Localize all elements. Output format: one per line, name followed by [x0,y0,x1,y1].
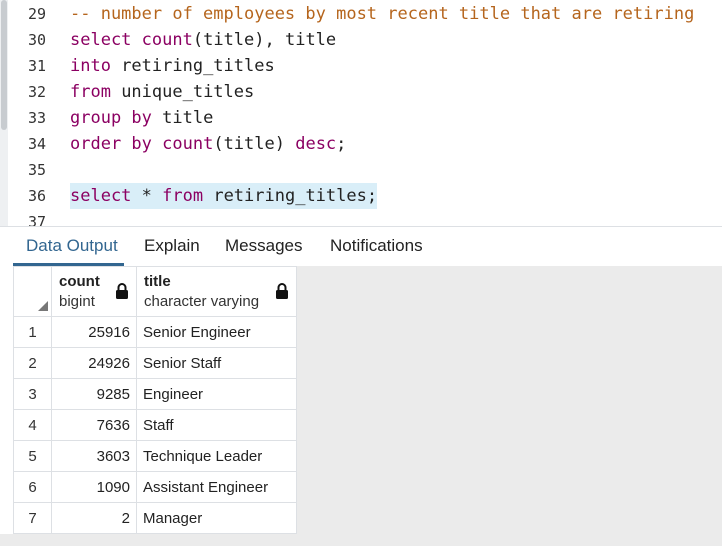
sql-text: ; [336,134,347,154]
table-row[interactable]: 1 25916 Senior Engineer [13,316,297,348]
table-row[interactable]: 3 9285 Engineer [13,378,297,410]
column-type: bigint [59,293,95,310]
line-number: 34 [27,135,46,153]
title-cell[interactable]: Assistant Engineer [136,471,297,503]
line-code: order by count(title) desc; [70,131,346,157]
row-number-cell[interactable]: 4 [13,409,52,441]
results-grid: count bigint title character varying 1 2… [13,266,297,534]
editor-line[interactable]: 31 into retiring_titles [8,53,722,79]
editor-line[interactable]: 37 [8,209,722,226]
count-cell[interactable]: 9285 [51,378,137,410]
line-number: 32 [27,83,46,101]
title-cell[interactable]: Technique Leader [136,440,297,472]
tab-explain[interactable]: Explain [144,227,200,265]
column-name: title [144,273,171,290]
row-number-cell[interactable]: 1 [13,316,52,348]
lock-icon [116,283,128,299]
line-code: select * from retiring_titles; [70,183,378,209]
title-cell[interactable]: Manager [136,502,297,534]
sql-text: (title), title [192,30,337,50]
sql-keyword: group by [70,108,152,128]
sql-keyword: into [70,56,111,76]
line-number: 30 [27,31,46,49]
data-output-panel: count bigint title character varying 1 2… [0,266,722,546]
title-cell[interactable]: Senior Engineer [136,316,297,348]
sql-text: * [131,186,163,206]
sql-keyword: order by [70,134,152,154]
count-cell[interactable]: 3603 [51,440,137,472]
sql-text: unique_titles [110,82,255,102]
count-cell[interactable]: 2 [51,502,137,534]
sql-text: title [151,108,214,128]
sql-keyword: select [70,30,132,50]
sql-comment: -- number of employees by most recent ti… [70,4,695,24]
line-number: 35 [27,161,46,179]
sql-text: retiring_titles; [203,186,378,206]
line-code: from unique_titles [70,79,254,105]
editor-line[interactable]: 29 -- number of employees by most recent … [8,1,722,27]
editor-scrollbar[interactable] [0,0,8,226]
sql-keyword: select [70,186,132,206]
line-number: 36 [27,187,46,205]
sql-keyword: from [70,82,111,102]
table-row[interactable]: 7 2 Manager [13,502,297,534]
count-cell[interactable]: 25916 [51,316,137,348]
sql-text: retiring_titles [110,56,275,76]
column-header-count[interactable]: count bigint [51,266,137,317]
row-number-cell[interactable]: 7 [13,502,52,534]
select-all-corner[interactable] [13,266,52,317]
editor-line[interactable]: 32 from unique_titles [8,79,722,105]
table-row[interactable]: 5 3603 Technique Leader [13,440,297,472]
editor-line[interactable]: 33 group by title [8,105,722,131]
sql-keyword: from [162,186,204,206]
title-cell[interactable]: Senior Staff [136,347,297,379]
line-number: 33 [27,109,46,127]
row-number-cell[interactable]: 6 [13,471,52,503]
tab-notifications[interactable]: Notifications [330,227,423,265]
editor-scrollbar-thumb[interactable] [1,0,7,130]
line-code: select count(title), title [70,27,336,53]
title-cell[interactable]: Engineer [136,378,297,410]
count-cell[interactable]: 7636 [51,409,137,441]
lock-icon [276,283,288,299]
line-number: 29 [27,5,46,23]
line-code: -- number of employees by most recent ti… [70,1,694,27]
editor-line[interactable]: 36 select * from retiring_titles; [8,183,722,209]
editor-line[interactable]: 34 order by count(title) desc; [8,131,722,157]
title-cell[interactable]: Staff [136,409,297,441]
row-number-cell[interactable]: 5 [13,440,52,472]
tab-data-output[interactable]: Data Output [26,227,118,265]
column-name: count [59,273,100,290]
count-cell[interactable]: 1090 [51,471,137,503]
sql-keyword: count [162,134,214,154]
editor-line[interactable]: 30 select count(title), title [8,27,722,53]
editor-line[interactable]: 35 [8,157,722,183]
column-type: character varying [144,293,260,310]
result-tabs: Data Output Explain Messages Notificatio… [0,226,722,267]
count-cell[interactable]: 24926 [51,347,137,379]
table-row[interactable]: 6 1090 Assistant Engineer [13,471,297,503]
grid-header-row: count bigint title character varying [13,266,297,317]
tab-messages[interactable]: Messages [225,227,302,265]
sql-keyword: count [141,30,193,50]
sql-text: (title) [213,134,296,154]
corner-triangle-icon [38,301,48,311]
table-row[interactable]: 4 7636 Staff [13,409,297,441]
sql-keyword: desc [295,134,337,154]
line-code: into retiring_titles [70,53,275,79]
column-header-title[interactable]: title character varying [136,266,297,317]
grid-body: 1 25916 Senior Engineer 2 24926 Senior Staff 3… [13,316,297,534]
row-number-cell[interactable]: 2 [13,347,52,379]
table-row[interactable]: 2 24926 Senior Staff [13,347,297,379]
line-number: 37 [27,213,46,226]
line-code: group by title [70,105,213,131]
sql-editor[interactable]: 29 -- number of employees by most recent … [0,0,722,226]
row-number-cell[interactable]: 3 [13,378,52,410]
line-number: 31 [27,57,46,75]
